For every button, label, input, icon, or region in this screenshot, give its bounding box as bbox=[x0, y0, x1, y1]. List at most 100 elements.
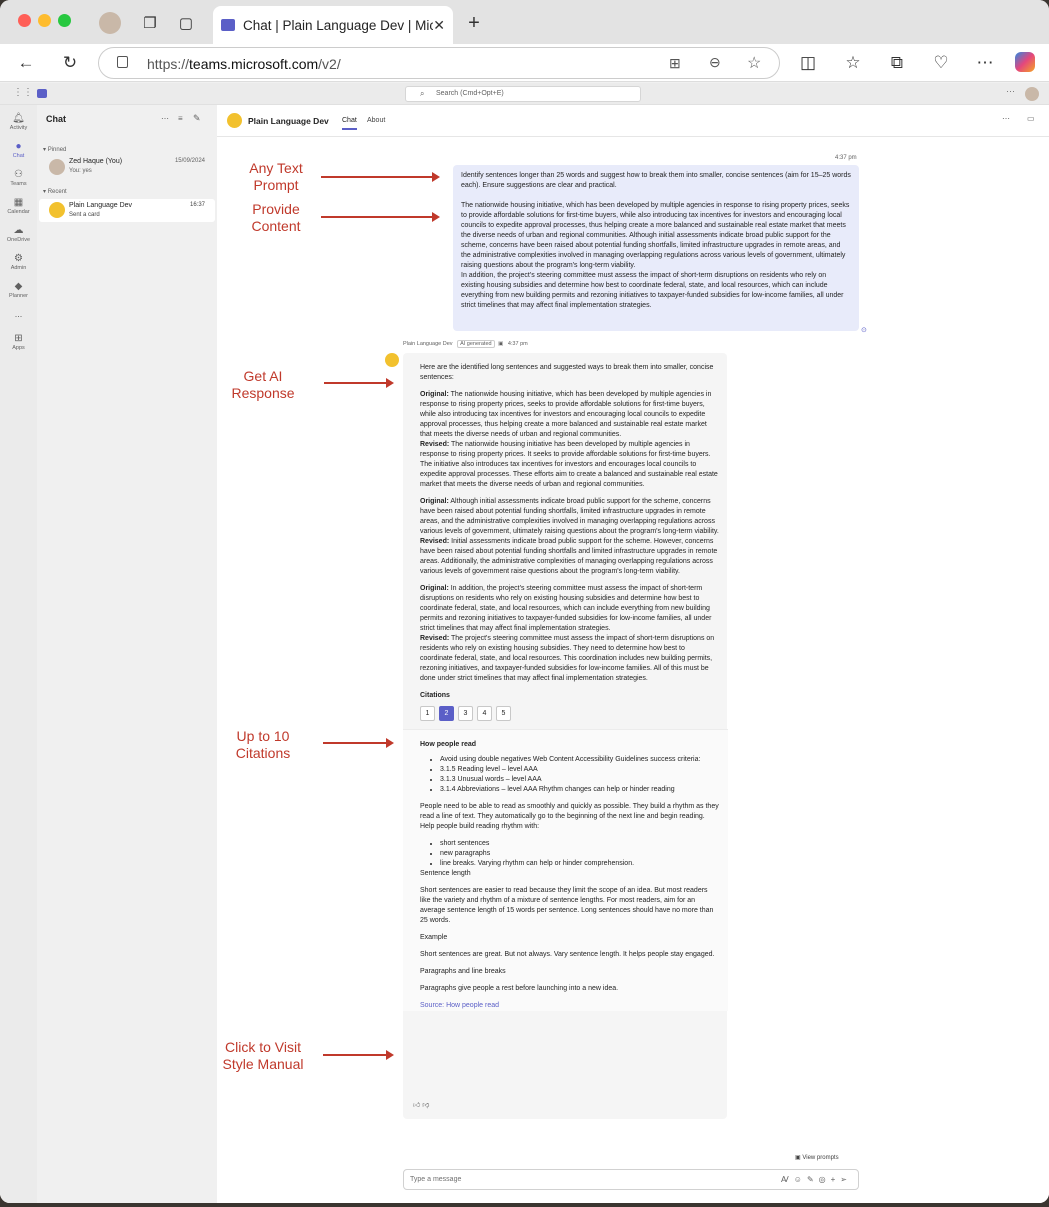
browser-toolbar: ← ↻ https://teams.microsoft.com/v2/ ⊞ ⊖ … bbox=[0, 44, 1049, 82]
more-options-icon[interactable]: ⋯ bbox=[161, 114, 169, 123]
citation-button[interactable]: 4 bbox=[477, 706, 492, 721]
citation-title: How people read bbox=[420, 741, 477, 748]
emoji-icon[interactable]: ☺ bbox=[794, 1175, 807, 1184]
avatar bbox=[49, 159, 65, 175]
split-screen-icon[interactable]: ◫ bbox=[797, 52, 819, 74]
favorites-icon[interactable]: ☆ bbox=[842, 52, 864, 74]
rail-onedrive[interactable]: ☁ OneDrive bbox=[0, 225, 37, 243]
tab-about[interactable]: About bbox=[367, 117, 385, 124]
side-panel-icon[interactable]: ▭ bbox=[1027, 114, 1035, 123]
conversation-item[interactable]: Zed Haque (You) You: yes 15/09/2024 bbox=[37, 157, 217, 179]
rail-admin[interactable]: ⚙ Admin bbox=[0, 253, 37, 271]
intro-text: Here are the identified long sentences a… bbox=[420, 364, 714, 381]
address-bar[interactable]: https://teams.microsoft.com/v2/ ⊞ ⊖ ☆ bbox=[98, 47, 780, 79]
citation-button[interactable]: 5 bbox=[496, 706, 511, 721]
zoom-out-icon[interactable]: ⊖ bbox=[709, 54, 721, 71]
user-message-bubble: Identify sentences longer than 25 words … bbox=[453, 165, 859, 331]
citation-button[interactable]: 2 bbox=[439, 706, 454, 721]
sticker-icon[interactable]: ◎ bbox=[819, 1175, 831, 1184]
source-link[interactable]: Source: How people read bbox=[420, 1001, 719, 1011]
rail-calendar[interactable]: ▦ Calendar bbox=[0, 197, 37, 215]
more-options-icon[interactable]: ⋯ bbox=[1002, 114, 1010, 123]
sentence-pair: Original: In addition, the project's ste… bbox=[420, 585, 715, 682]
message-compose-box[interactable]: Type a message Ꜹ☺✎◎+➢ bbox=[403, 1169, 859, 1190]
annotation-label: Up to 10 Citations bbox=[235, 728, 291, 761]
browser-window: ❐ ▢ Chat | Plain Language Dev | Mic ✕ + … bbox=[0, 0, 1049, 1203]
maximize-window-button[interactable] bbox=[58, 14, 71, 27]
search-input[interactable]: ⌕ Search (Cmd+Opt+E) bbox=[405, 86, 641, 102]
citation-button[interactable]: 1 bbox=[420, 706, 435, 721]
prompts-icon: ▣ bbox=[795, 1155, 801, 1161]
more-options-icon[interactable]: ⋯ bbox=[974, 52, 996, 74]
ai-generated-badge: AI generated bbox=[457, 340, 495, 348]
rail-teams[interactable]: ⚇ Teams bbox=[0, 169, 37, 187]
sentence-pair: Original: Although initial assessments i… bbox=[420, 498, 719, 575]
tab-actions-icon[interactable]: ▢ bbox=[175, 12, 197, 34]
chat-title: Plain Language Dev bbox=[248, 116, 329, 126]
filter-icon[interactable]: ≡ bbox=[178, 114, 183, 123]
refresh-icon[interactable]: ↻ bbox=[59, 52, 81, 74]
conversation-item-active[interactable]: Plain Language Dev Sent a card 16:37 bbox=[39, 199, 215, 222]
pinned-section-label[interactable]: ▾ Pinned bbox=[43, 145, 66, 155]
close-window-button[interactable] bbox=[18, 14, 31, 27]
teams-logo-icon bbox=[37, 89, 47, 98]
favorite-star-icon[interactable]: ☆ bbox=[747, 53, 761, 73]
chat-list-title: Chat bbox=[46, 114, 66, 124]
collections-icon[interactable]: ⧉ bbox=[886, 52, 908, 74]
thumbs-down-icon[interactable]: 👎︎ bbox=[422, 1102, 429, 1109]
profile-avatar[interactable] bbox=[99, 12, 121, 34]
settings-more-icon[interactable]: ⋯ bbox=[1006, 86, 1015, 97]
copilot-icon[interactable] bbox=[1015, 52, 1035, 72]
app-launcher-icon[interactable]: ⋮⋮ bbox=[13, 87, 33, 98]
add-icon[interactable]: + bbox=[831, 1175, 841, 1184]
bot-avatar bbox=[385, 353, 399, 367]
teams-icon: ⚇ bbox=[14, 169, 23, 180]
message-time: 4:37 pm bbox=[507, 341, 528, 347]
list-item: new paragraphs bbox=[440, 849, 719, 859]
rail-activity[interactable]: 🔔︎ Activity bbox=[0, 113, 37, 131]
browser-tab-active[interactable]: Chat | Plain Language Dev | Mic ✕ bbox=[213, 6, 453, 44]
teams-logo-icon bbox=[221, 19, 235, 31]
teams-app: ⋮⋮ ⌕ Search (Cmd+Opt+E) ⋯ 🔔︎ Activity ● Ch… bbox=[0, 83, 1049, 1203]
browser-tab-bar: ❐ ▢ Chat | Plain Language Dev | Mic ✕ + bbox=[0, 0, 1049, 44]
citation-paragraph: Paragraphs give people a rest before lau… bbox=[420, 985, 619, 992]
tab-chat[interactable]: Chat bbox=[342, 117, 357, 130]
browser-essentials-icon[interactable]: ♡ bbox=[930, 52, 952, 74]
annotation-arrow bbox=[323, 738, 394, 748]
new-tab-icon[interactable]: + bbox=[463, 12, 485, 34]
citation-heading: Sentence length bbox=[420, 870, 471, 877]
recent-section-label[interactable]: ▾ Recent bbox=[43, 187, 67, 197]
citation-paragraph: Short sentences are easier to read becau… bbox=[420, 887, 714, 924]
list-item: 3.1.3 Unusual words – level AAA bbox=[440, 775, 719, 785]
rail-more[interactable]: ... bbox=[0, 309, 37, 319]
new-chat-icon[interactable]: ✎ bbox=[193, 113, 201, 124]
user-avatar[interactable] bbox=[1025, 87, 1039, 101]
citation-button[interactable]: 3 bbox=[458, 706, 473, 721]
annotation-label: Any Text Prompt bbox=[249, 160, 303, 193]
loop-icon[interactable]: ✎ bbox=[807, 1175, 819, 1184]
tab-title: Chat | Plain Language Dev | Mic bbox=[243, 17, 434, 33]
send-icon[interactable]: ➢ bbox=[840, 1175, 852, 1184]
conversation-name: Zed Haque (You) bbox=[69, 158, 123, 165]
annotation-arrow bbox=[324, 378, 394, 388]
close-tab-icon[interactable]: ✕ bbox=[433, 17, 445, 34]
rail-apps[interactable]: ⊞ Apps bbox=[0, 333, 37, 351]
minimize-window-button[interactable] bbox=[38, 14, 51, 27]
conversation-preview: You: yes bbox=[69, 168, 92, 174]
citation-paragraph: People need to be able to read as smooth… bbox=[420, 803, 719, 830]
sentence-pair: Original: The nationwide housing initiat… bbox=[420, 391, 718, 488]
format-icon[interactable]: Ꜹ bbox=[781, 1175, 794, 1184]
compose-tools: Ꜹ☺✎◎+➢ bbox=[781, 1170, 852, 1189]
view-prompts-button[interactable]: ▣ View prompts bbox=[795, 1154, 839, 1161]
rail-chat[interactable]: ● Chat bbox=[0, 141, 37, 159]
back-arrow-icon[interactable]: ← bbox=[15, 52, 37, 74]
rail-planner[interactable]: ◆ Planner bbox=[0, 281, 37, 299]
list-item: line breaks. Varying rhythm can help or … bbox=[440, 859, 719, 869]
workspaces-icon[interactable]: ❐ bbox=[139, 12, 161, 34]
chat-list-panel: Chat ⋯ ≡ ✎ ▾ Pinned Zed Haque (You) You:… bbox=[37, 105, 217, 1203]
thumbs-up-icon[interactable]: 👍︎ bbox=[413, 1102, 420, 1109]
citation-buttons: 12345 bbox=[420, 706, 719, 721]
bot-avatar bbox=[49, 202, 65, 218]
feedback-row: 👍︎ 👎︎ bbox=[413, 1101, 429, 1111]
app-available-icon[interactable]: ⊞ bbox=[669, 55, 681, 72]
